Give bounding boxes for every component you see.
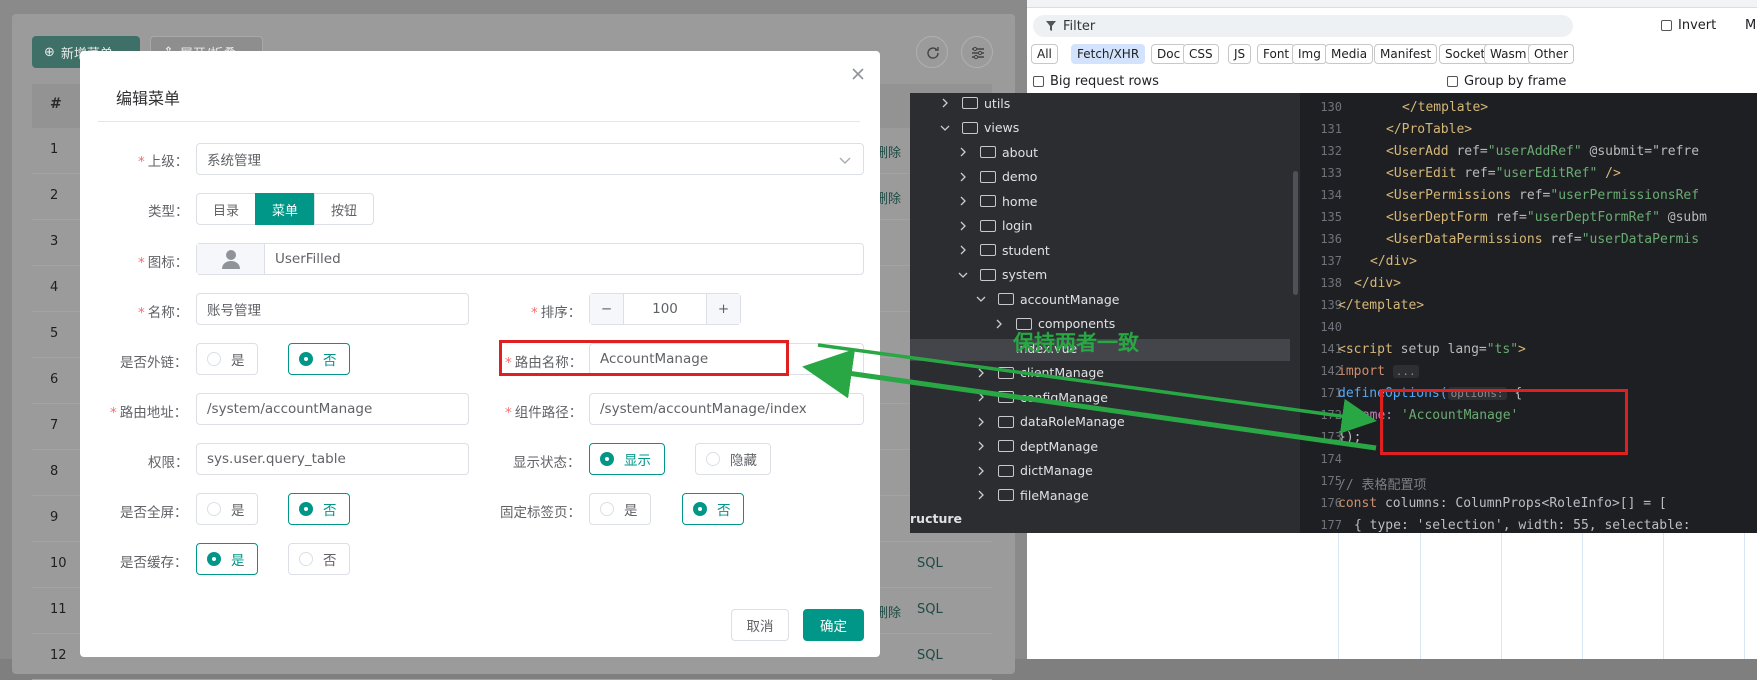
annotation-arrows xyxy=(802,343,1377,451)
annotation-text: 保持两者一致 xyxy=(1013,331,1139,355)
